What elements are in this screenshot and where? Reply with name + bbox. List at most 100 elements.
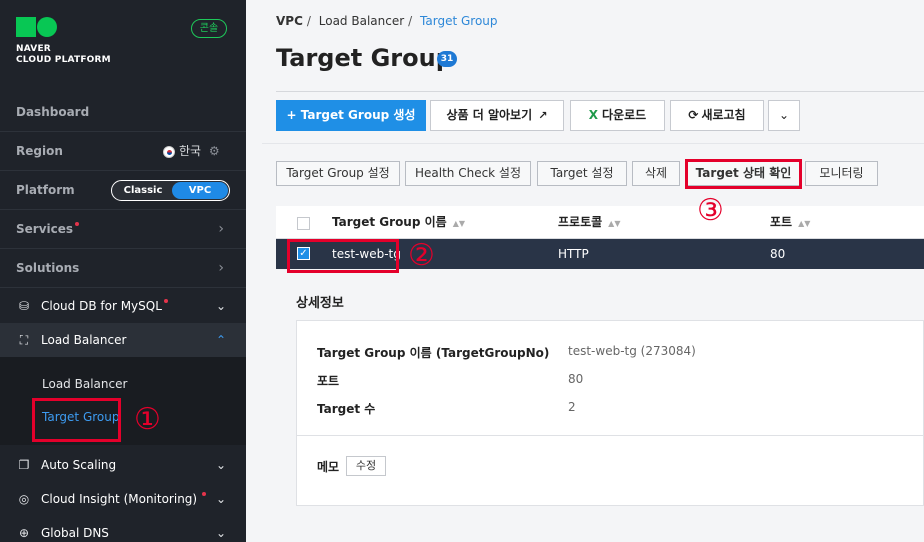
table-header: Target Group 이름 ▲▼ 프로토콜 ▲▼ 포트 ▲▼ (276, 206, 924, 239)
cloud-insight-label: Cloud Insight (Monitoring) (41, 492, 198, 506)
logo-circle-icon (37, 17, 57, 37)
breadcrumb-load-balancer[interactable]: Load Balancer (319, 14, 404, 28)
more-dropdown-button[interactable]: ⌄ (768, 100, 800, 131)
detail-label-port: 포트 (317, 374, 340, 388)
annotation-box-status-button (685, 159, 802, 189)
auto-scaling-icon: ❐ (18, 458, 30, 472)
chevron-down-icon: ⌄ (215, 458, 226, 472)
refresh-button[interactable]: ⟳ 새로고침 (670, 100, 764, 131)
platform-toggle[interactable]: Classic VPC (111, 180, 230, 201)
load-balancer-icon: ⛶ (19, 333, 29, 347)
excel-icon: X (588, 108, 599, 122)
divider (276, 91, 924, 92)
submenu-item-load-balancer[interactable]: Load Balancer (42, 377, 127, 391)
breadcrumb-target-group[interactable]: Target Group (420, 14, 497, 28)
column-header-protocol[interactable]: 프로토콜 ▲▼ (558, 206, 620, 240)
region-selector[interactable]: 한국 ⚙ (163, 132, 220, 170)
detail-value-name: test-web-tg (273084) (568, 344, 696, 358)
annotation-number-1: ① (134, 402, 161, 437)
detail-value-target-count: 2 (568, 400, 576, 414)
refresh-label: 새로고침 (701, 108, 746, 122)
chevron-right-icon: › (218, 221, 224, 237)
annotation-number-2: ② (408, 238, 435, 273)
column-name-label: Target Group 이름 (332, 215, 447, 229)
sort-icon: ▲▼ (798, 219, 811, 228)
health-check-settings-button[interactable]: Health Check 설정 (405, 161, 531, 186)
sidebar-item-auto-scaling[interactable]: ❐ Auto Scaling ⌄ (0, 448, 246, 482)
sidebar-item-region[interactable]: Region 한국 ⚙ (0, 132, 246, 170)
refresh-icon: ⟳ (688, 108, 699, 122)
sidebar-item-solutions[interactable]: Solutions › (0, 249, 246, 287)
globe-icon: ⊕ (18, 526, 30, 540)
chevron-down-icon: ⌄ (215, 526, 226, 540)
monitoring-button[interactable]: 모니터링 (805, 161, 878, 186)
korea-flag-icon (163, 145, 175, 158)
select-all-checkbox[interactable] (297, 217, 310, 230)
console-badge[interactable]: 콘솔 (191, 19, 227, 38)
detail-label-name: Target Group 이름 (TargetGroupNo) (317, 346, 550, 360)
platform-option-vpc[interactable]: VPC (172, 182, 228, 199)
row-port: 80 (770, 247, 786, 261)
column-header-port[interactable]: 포트 ▲▼ (770, 206, 810, 240)
sidebar-item-platform: Platform Classic VPC (0, 171, 246, 209)
memo-panel: 메모 수정 (296, 436, 924, 506)
region-label: Region (16, 144, 63, 158)
logo-square-icon (16, 17, 36, 37)
logo-text-naver: NAVER (16, 44, 51, 54)
logo-text-cloud-platform: CLOUD PLATFORM (16, 55, 111, 65)
detail-label-target-count: Target 수 (317, 402, 376, 416)
sidebar-item-services[interactable]: Services › (0, 210, 246, 248)
detail-title: 상세정보 (296, 296, 344, 311)
solutions-label: Solutions (16, 261, 80, 275)
target-group-settings-button[interactable]: Target Group 설정 (276, 161, 400, 186)
dashboard-label: Dashboard (16, 105, 90, 119)
divider (262, 143, 924, 144)
new-dot-icon (163, 299, 168, 303)
database-icon: ⛁ (18, 299, 30, 313)
detail-value-port: 80 (568, 372, 584, 386)
learn-more-label: 상품 더 알아보기 (446, 108, 533, 122)
sidebar: NAVER CLOUD PLATFORM 콘솔 Dashboard Region… (0, 0, 246, 542)
target-settings-button[interactable]: Target 설정 (537, 161, 627, 186)
row-protocol: HTTP (558, 247, 589, 261)
delete-button[interactable]: 삭제 (632, 161, 680, 186)
memo-edit-button[interactable]: 수정 (346, 456, 386, 476)
load-balancer-label: Load Balancer (41, 333, 127, 347)
chevron-down-icon: ⌄ (778, 108, 790, 122)
region-value: 한국 (179, 144, 202, 158)
platform-option-classic[interactable]: Classic (120, 182, 166, 199)
column-protocol-label: 프로토콜 (558, 215, 603, 229)
sidebar-item-cloud-db-mysql[interactable]: ⛁ Cloud DB for MySQL ⌄ (0, 289, 246, 323)
learn-more-button[interactable]: 상품 더 알아보기 ↗ (430, 100, 564, 131)
sidebar-item-global-dns[interactable]: ⊕ Global DNS ⌄ (0, 516, 246, 542)
annotation-box-target-group (32, 398, 121, 442)
sidebar-item-dashboard[interactable]: Dashboard (0, 93, 246, 131)
download-label: 다운로드 (602, 108, 647, 122)
column-header-name[interactable]: Target Group 이름 ▲▼ (332, 206, 465, 240)
breadcrumb: VPC / Load Balancer / Target Group (276, 14, 498, 28)
platform-label: Platform (16, 183, 75, 197)
count-badge: 31 (437, 51, 457, 67)
download-button[interactable]: X 다운로드 (570, 100, 665, 131)
chevron-right-icon: › (218, 260, 224, 276)
breadcrumb-vpc[interactable]: VPC (276, 14, 303, 28)
chevron-down-icon: ⌄ (215, 299, 226, 313)
monitoring-icon: ◎ (18, 492, 30, 506)
column-port-label: 포트 (770, 215, 793, 229)
new-dot-icon (202, 492, 207, 496)
annotation-box-row (287, 239, 399, 273)
cloud-db-mysql-label: Cloud DB for MySQL (41, 299, 162, 313)
global-dns-label: Global DNS (41, 526, 109, 540)
divider (0, 287, 246, 288)
sort-icon: ▲▼ (452, 219, 466, 228)
sidebar-item-load-balancer[interactable]: ⛶ Load Balancer ⌃ (0, 323, 246, 357)
new-dot-icon (75, 222, 80, 226)
sort-icon: ▲▼ (608, 219, 621, 228)
create-target-group-button[interactable]: + Target Group 생성 (276, 100, 426, 131)
detail-panel: Target Group 이름 (TargetGroupNo) test-web… (296, 320, 924, 436)
auto-scaling-label: Auto Scaling (41, 458, 117, 472)
annotation-number-3: ③ (697, 193, 724, 228)
page-title: Target Group (276, 44, 453, 72)
gear-icon[interactable]: ⚙ (209, 144, 220, 158)
sidebar-item-cloud-insight[interactable]: ◎ Cloud Insight (Monitoring) ⌄ (0, 482, 246, 516)
